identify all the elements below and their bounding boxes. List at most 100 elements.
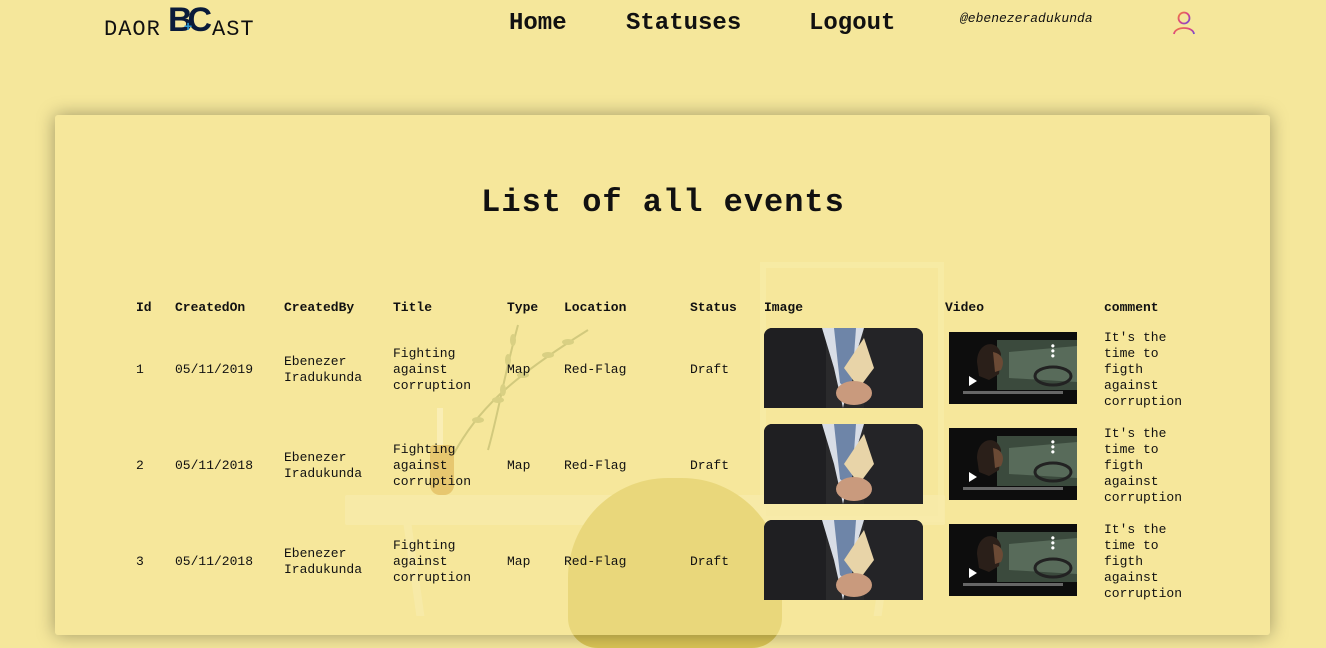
cell-location: Red-Flag <box>564 554 626 570</box>
cell-status: Draft <box>690 458 729 474</box>
cell-status: Draft <box>690 362 729 378</box>
column-header-type: Type <box>507 300 539 315</box>
video-play-icon[interactable] <box>969 376 977 386</box>
cell-created-by-line: Ebenezer <box>284 354 347 369</box>
cell-created-on-line: 05/11/2018 <box>175 554 254 569</box>
video-play-icon[interactable] <box>969 472 977 482</box>
user-icon[interactable] <box>1172 10 1196 36</box>
cell-created-by-line: Iradukunda <box>284 370 363 385</box>
cell-type: Map <box>507 554 530 570</box>
cell-comment-line: against <box>1104 474 1159 489</box>
cell-id: 2 <box>136 458 144 474</box>
column-header-location: Location <box>564 300 627 315</box>
cell-title-line: corruption <box>393 570 472 585</box>
cell-type-line: Map <box>507 458 531 473</box>
cell-created-by: Ebenezer Iradukunda <box>284 450 362 482</box>
nav-home-link[interactable]: Home <box>509 10 567 37</box>
video-more-options-icon[interactable]: • • • <box>1051 436 1055 458</box>
cell-comment-line: time to <box>1104 346 1159 361</box>
logo-plus-icon: + <box>184 18 193 34</box>
video-more-options-icon[interactable]: • • • <box>1051 532 1055 554</box>
cell-comment-line: against <box>1104 378 1159 393</box>
column-header-comment: comment <box>1104 300 1159 315</box>
column-header-id: Id <box>136 300 152 315</box>
cell-id-line: 1 <box>136 362 144 377</box>
cell-location-line: Red-Flag <box>564 458 627 473</box>
event-video-player[interactable]: • • • <box>949 524 1077 596</box>
cell-created-by: Ebenezer Iradukunda <box>284 546 362 578</box>
column-header-status: Status <box>690 300 737 315</box>
cell-created-by-line: Ebenezer <box>284 450 347 465</box>
video-progress-bar[interactable] <box>963 487 1063 490</box>
cell-comment-line: figth <box>1104 554 1144 569</box>
column-header-createdon: CreatedOn <box>175 300 246 315</box>
cell-comment: It's the time to figth against corruption <box>1104 522 1182 602</box>
cell-location-line: Red-Flag <box>564 362 627 377</box>
cell-title-line: Fighting <box>393 442 456 457</box>
cell-title-line: Fighting <box>393 538 456 553</box>
cell-location: Red-Flag <box>564 458 626 474</box>
video-play-icon[interactable] <box>969 568 977 578</box>
nav-logout-link[interactable]: Logout <box>809 10 895 37</box>
cell-comment-line: corruption <box>1104 394 1183 409</box>
cell-type: Map <box>507 362 530 378</box>
event-video-player[interactable]: • • • <box>949 428 1077 500</box>
event-video-player[interactable]: • • • <box>949 332 1077 404</box>
cell-title: Fighting against corruption <box>393 442 471 490</box>
cell-type-line: Map <box>507 554 531 569</box>
cell-comment-line: corruption <box>1104 586 1183 601</box>
page-title: List of all events <box>481 184 845 221</box>
logo-text-left: DAOR <box>104 17 161 42</box>
event-image-thumbnail[interactable] <box>764 424 923 504</box>
cell-location: Red-Flag <box>564 362 626 378</box>
event-image-thumbnail[interactable] <box>764 328 923 408</box>
cell-comment-line: It's the <box>1104 330 1167 345</box>
column-header-title: Title <box>393 300 433 315</box>
cell-status: Draft <box>690 554 729 570</box>
cell-comment-line: It's the <box>1104 426 1167 441</box>
cell-created-by-line: Iradukunda <box>284 562 363 577</box>
video-more-options-icon[interactable]: • • • <box>1051 340 1055 362</box>
cell-id-line: 3 <box>136 554 144 569</box>
cell-comment-line: corruption <box>1104 490 1183 505</box>
cell-created-on-line: 05/11/2018 <box>175 458 254 473</box>
cell-comment-line: time to <box>1104 442 1159 457</box>
cell-created-by-line: Iradukunda <box>284 466 363 481</box>
cell-type-line: Map <box>507 362 531 377</box>
cell-title: Fighting against corruption <box>393 346 471 394</box>
cell-title-line: Fighting <box>393 346 456 361</box>
cell-created-on-line: 05/11/2019 <box>175 362 254 377</box>
cell-comment-line: It's the <box>1104 522 1167 537</box>
nav-statuses-link[interactable]: Statuses <box>626 10 741 37</box>
cell-title: Fighting against corruption <box>393 538 471 586</box>
username-label: @ebenezeradukunda <box>960 11 1093 26</box>
video-progress-bar[interactable] <box>963 583 1063 586</box>
event-image-thumbnail[interactable] <box>764 520 923 600</box>
cell-title-line: against <box>393 362 448 377</box>
cell-location-line: Red-Flag <box>564 554 627 569</box>
cell-comment-line: against <box>1104 570 1159 585</box>
cell-created-by: Ebenezer Iradukunda <box>284 354 362 386</box>
column-header-image: Image <box>764 300 804 315</box>
column-header-video: Video <box>945 300 985 315</box>
cell-title-line: corruption <box>393 474 472 489</box>
cell-created-by-line: Ebenezer <box>284 546 347 561</box>
cell-comment: It's the time to figth against corruption <box>1104 330 1182 410</box>
cell-comment-line: time to <box>1104 538 1159 553</box>
cell-id: 1 <box>136 362 144 378</box>
cell-id: 3 <box>136 554 144 570</box>
video-progress-bar[interactable] <box>963 391 1063 394</box>
cell-id-line: 2 <box>136 458 144 473</box>
logo-text-right: AST <box>212 17 255 42</box>
cell-title-line: against <box>393 458 448 473</box>
cell-type: Map <box>507 458 530 474</box>
cell-status-line: Draft <box>690 362 730 377</box>
cell-comment: It's the time to figth against corruption <box>1104 426 1182 506</box>
cell-comment-line: figth <box>1104 362 1144 377</box>
column-header-createdby: CreatedBy <box>284 300 355 315</box>
cell-status-line: Draft <box>690 554 730 569</box>
cell-title-line: against <box>393 554 448 569</box>
cell-status-line: Draft <box>690 458 730 473</box>
cell-created-on: 05/11/2019 <box>175 362 253 378</box>
cell-title-line: corruption <box>393 378 472 393</box>
